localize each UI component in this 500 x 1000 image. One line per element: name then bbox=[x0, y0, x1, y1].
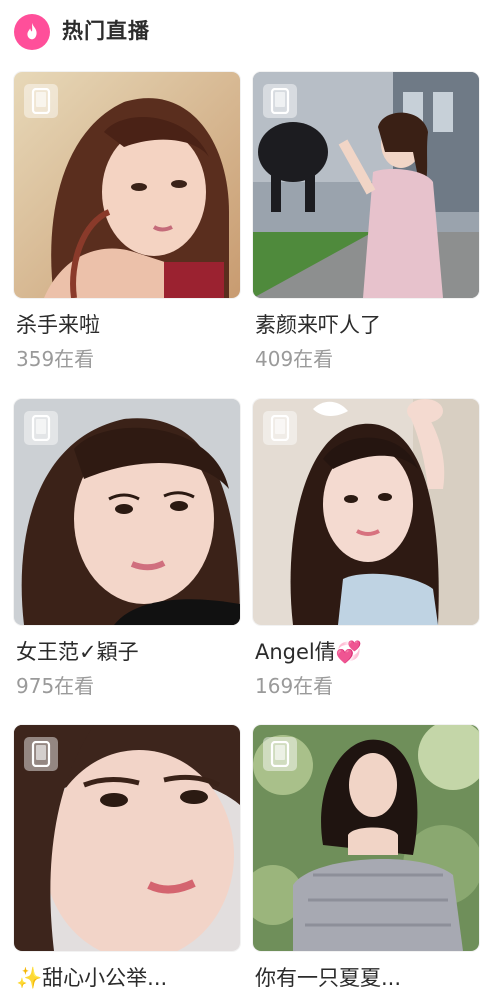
stream-thumbnail[interactable] bbox=[253, 725, 479, 951]
section-header: 热门直播 bbox=[0, 0, 500, 62]
stream-thumbnail[interactable] bbox=[14, 725, 240, 951]
viewer-count: 169在看 bbox=[255, 674, 334, 698]
viewer-count: 975在看 bbox=[16, 674, 95, 698]
stream-title: Angel倩💞 bbox=[255, 640, 362, 664]
stream-thumbnail[interactable] bbox=[14, 72, 240, 298]
section-title: 热门直播 bbox=[62, 19, 150, 43]
phone-icon bbox=[263, 411, 297, 445]
stream-thumbnail[interactable] bbox=[253, 399, 479, 625]
phone-icon bbox=[263, 84, 297, 118]
phone-icon bbox=[24, 84, 58, 118]
viewer-count: 409在看 bbox=[255, 347, 334, 371]
stream-thumbnail[interactable] bbox=[14, 399, 240, 625]
stream-title: ✨甜心小公举... bbox=[16, 966, 168, 990]
phone-icon bbox=[263, 737, 297, 771]
stream-title: 素颜来吓人了 bbox=[255, 313, 381, 337]
stream-thumbnail[interactable] bbox=[253, 72, 479, 298]
stream-title: 杀手来啦 bbox=[16, 313, 100, 337]
stream-title: 女王范✓穎子 bbox=[16, 640, 139, 664]
stream-title: 你有一只夏夏... bbox=[255, 966, 402, 990]
viewer-count: 359在看 bbox=[16, 347, 95, 371]
flame-icon bbox=[14, 14, 50, 50]
phone-icon bbox=[24, 737, 58, 771]
phone-icon bbox=[24, 411, 58, 445]
